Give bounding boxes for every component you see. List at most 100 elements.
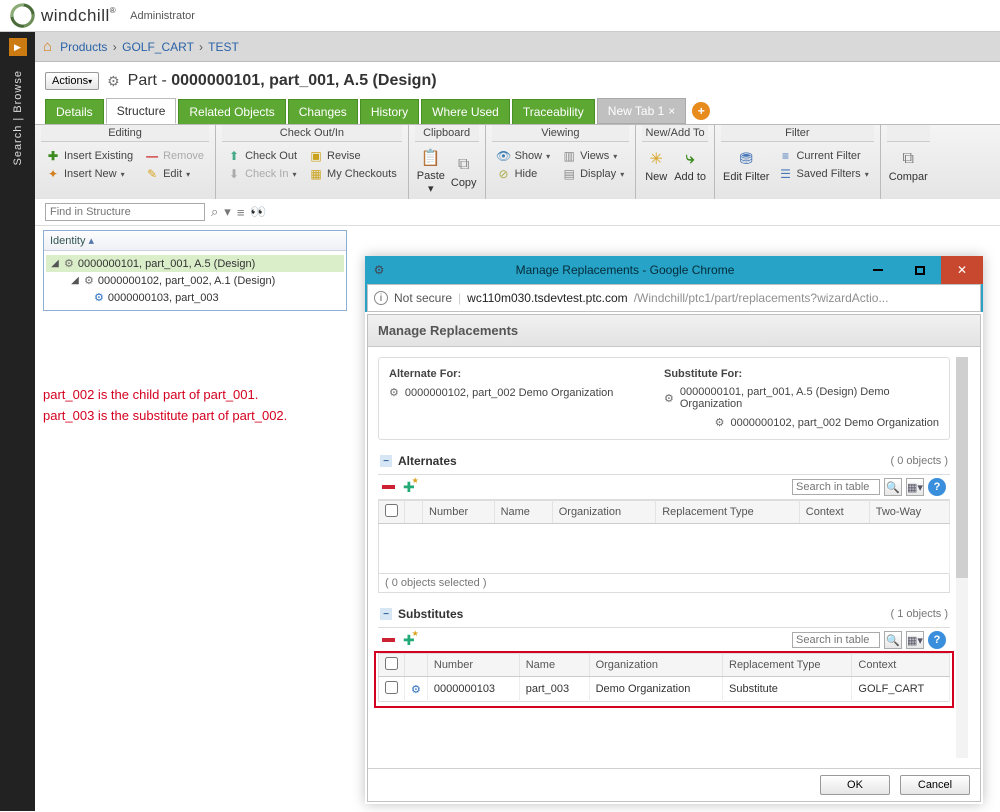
rail-label[interactable]: Search | Browse: [12, 70, 24, 166]
row-checkbox[interactable]: [385, 681, 398, 694]
remove-button[interactable]: —Remove: [142, 148, 207, 164]
my-checkouts-button[interactable]: ▦My Checkouts: [306, 166, 400, 182]
revise-button[interactable]: ▣Revise: [306, 148, 400, 164]
help-icon[interactable]: ?: [928, 478, 946, 496]
col-two-way[interactable]: Two-Way: [869, 501, 949, 524]
col-replacement-type[interactable]: Replacement Type: [656, 501, 800, 524]
filter-icon[interactable]: ▾: [224, 204, 231, 220]
add-tab-button[interactable]: +: [692, 102, 710, 120]
col-number[interactable]: Number: [423, 501, 495, 524]
substitutes-search-input[interactable]: [792, 632, 880, 648]
tab-where-used[interactable]: Where Used: [421, 99, 510, 124]
collapse-icon[interactable]: −: [380, 608, 392, 620]
collapse-icon[interactable]: ◢: [50, 258, 60, 269]
tab-details[interactable]: Details: [45, 99, 104, 124]
col-name[interactable]: Name: [494, 501, 552, 524]
search-icon[interactable]: 🔍: [884, 478, 902, 496]
alternates-toolbar: ✚★ 🔍 ▦▾ ?: [378, 474, 950, 500]
substitutes-toolbar: ✚★ 🔍 ▦▾ ?: [378, 627, 950, 653]
gear-icon: ⚙: [84, 274, 94, 287]
tab-history[interactable]: History: [360, 99, 419, 124]
check-out-button[interactable]: ⬆Check Out: [224, 148, 300, 164]
alternates-search-input[interactable]: [792, 479, 880, 495]
remove-icon[interactable]: [382, 638, 395, 642]
tree-node-leaf[interactable]: ⚙ 0000000103, part_003: [46, 289, 344, 306]
ribbon-group-editing: Editing: [41, 125, 209, 142]
identity-header[interactable]: Identity ▴: [44, 231, 346, 251]
close-button[interactable]: ✕: [941, 256, 983, 284]
remove-icon[interactable]: [382, 485, 395, 489]
check-in-button[interactable]: ⬇Check In▾: [224, 166, 300, 182]
edit-filter-button[interactable]: ⛃Edit Filter: [723, 147, 769, 183]
tab-changes[interactable]: Changes: [288, 99, 358, 124]
alternates-table: Number Name Organization Replacement Typ…: [378, 500, 950, 574]
find-in-structure-input[interactable]: [45, 203, 205, 221]
breadcrumb-products[interactable]: Products: [60, 40, 107, 54]
col-organization[interactable]: Organization: [589, 654, 722, 677]
col-organization[interactable]: Organization: [552, 501, 656, 524]
tree-node-root[interactable]: ◢ ⚙ 0000000101, part_001, A.5 (Design): [46, 255, 344, 272]
select-all-alternates-checkbox[interactable]: [385, 504, 398, 517]
add-substitute-icon[interactable]: ✚★: [403, 632, 415, 649]
cancel-button[interactable]: Cancel: [900, 775, 970, 795]
compare-button[interactable]: ⧉Compar: [889, 147, 928, 183]
display-button[interactable]: ▤Display▾: [559, 166, 627, 182]
alternates-status: ( 0 objects selected ): [378, 574, 950, 593]
add-alternate-icon[interactable]: ✚★: [403, 479, 415, 496]
hide-button[interactable]: ⊘Hide: [494, 166, 554, 182]
tab-new-tab[interactable]: New Tab 1×: [597, 98, 687, 124]
insert-new-button[interactable]: ✦Insert New▾: [43, 166, 136, 182]
col-number[interactable]: Number: [427, 654, 519, 677]
col-replacement-type[interactable]: Replacement Type: [723, 654, 852, 677]
collapse-icon[interactable]: ◢: [70, 275, 80, 286]
binoculars-icon[interactable]: 👀: [250, 204, 266, 220]
toolbar-icon[interactable]: ≡: [237, 205, 245, 220]
search-icon[interactable]: ⌕: [211, 204, 218, 220]
views-button[interactable]: ▥Views▾: [559, 148, 627, 164]
url-path: /Windchill/ptc1/part/replacements?wizard…: [634, 291, 889, 305]
current-filter-button[interactable]: ≡Current Filter: [775, 148, 871, 164]
show-button[interactable]: 👁Show▾: [494, 148, 554, 164]
table-options-icon[interactable]: ▦▾: [906, 478, 924, 496]
gear-icon: ⚙: [94, 291, 104, 304]
table-options-icon[interactable]: ▦▾: [906, 631, 924, 649]
actions-menu-button[interactable]: Actions▾: [45, 72, 99, 90]
search-icon[interactable]: 🔍: [884, 631, 902, 649]
substitutes-title: Substitutes: [398, 607, 463, 621]
help-icon[interactable]: ?: [928, 631, 946, 649]
maximize-button[interactable]: [899, 256, 941, 284]
copy-button[interactable]: ⧉Copy: [451, 153, 477, 189]
col-context[interactable]: Context: [799, 501, 869, 524]
gear-icon: ⚙: [389, 386, 399, 399]
home-icon[interactable]: ⌂: [43, 38, 52, 55]
add-to-button[interactable]: ⤷Add to: [674, 147, 706, 183]
rail-toggle-icon[interactable]: ▶: [9, 38, 27, 56]
select-all-substitutes-checkbox[interactable]: [385, 657, 398, 670]
gear-icon: ⚙: [365, 263, 393, 277]
edit-button[interactable]: ✎Edit▾: [142, 166, 207, 182]
breadcrumb-golfcart[interactable]: GOLF_CART: [122, 40, 194, 54]
tree-node-child[interactable]: ◢ ⚙ 0000000102, part_002, A.1 (Design): [46, 272, 344, 289]
ribbon-group-viewing: Viewing: [492, 125, 630, 142]
new-button[interactable]: ✳New: [644, 147, 668, 183]
minimize-button[interactable]: [857, 256, 899, 284]
collapse-icon[interactable]: −: [380, 455, 392, 467]
table-row[interactable]: ⚙ 0000000103 part_003 Demo Organization …: [379, 677, 950, 702]
col-name[interactable]: Name: [519, 654, 589, 677]
insert-existing-button[interactable]: ✚Insert Existing: [43, 148, 136, 164]
ok-button[interactable]: OK: [820, 775, 890, 795]
saved-filters-button[interactable]: ☰Saved Filters▾: [775, 166, 871, 182]
paste-button[interactable]: 📋Paste▾: [417, 146, 445, 195]
gear-icon: ⚙: [64, 257, 74, 270]
scrollbar[interactable]: [956, 357, 968, 758]
close-icon[interactable]: ×: [668, 104, 675, 118]
breadcrumb-test[interactable]: TEST: [208, 40, 239, 54]
ribbon-group-newadd: New/Add To: [642, 125, 708, 142]
page-title: Part - 0000000101, part_001, A.5 (Design…: [128, 72, 437, 90]
col-context[interactable]: Context: [852, 654, 950, 677]
tab-structure[interactable]: Structure: [106, 98, 177, 124]
tab-related-objects[interactable]: Related Objects: [178, 99, 285, 124]
tab-traceability[interactable]: Traceability: [512, 99, 595, 124]
address-bar[interactable]: i Not secure | wc110m030.tsdevtest.ptc.c…: [367, 284, 981, 312]
popup-titlebar[interactable]: ⚙ Manage Replacements - Google Chrome ✕: [365, 256, 983, 284]
